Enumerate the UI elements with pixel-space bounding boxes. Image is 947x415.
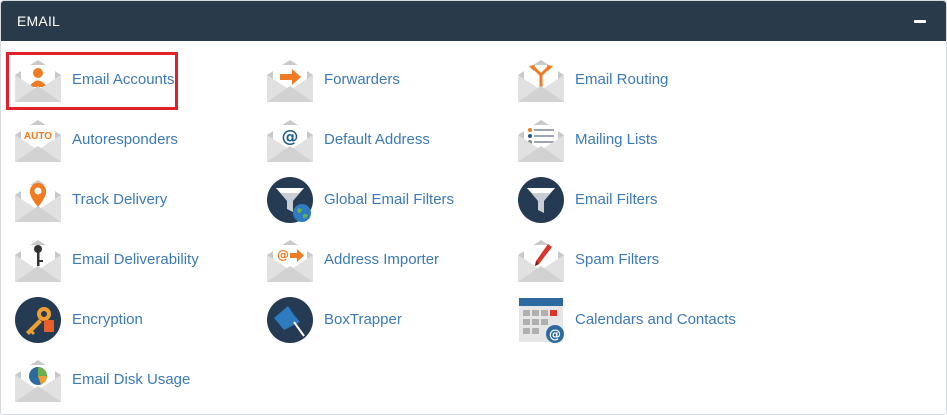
spam-filters-icon [517, 236, 565, 284]
forwarders-icon [266, 56, 314, 104]
boxtrapper-link[interactable]: BoxTrapper [252, 295, 492, 345]
email-deliverability-icon [14, 236, 62, 284]
email-filters-label: Email Filters [575, 191, 658, 208]
calendars-contacts-icon: @ [517, 296, 565, 344]
encryption-icon [14, 296, 62, 344]
address-importer-icon: @ [266, 236, 314, 284]
default-address-label: Default Address [324, 131, 430, 148]
mailing-lists-link[interactable]: Mailing Lists [503, 115, 743, 165]
forwarders-label: Forwarders [324, 71, 400, 88]
email-deliverability-link[interactable]: Email Deliverability [0, 235, 240, 285]
default-address-icon: @ [266, 116, 314, 164]
email-filters-link[interactable]: Email Filters [503, 175, 743, 225]
svg-text:@: @ [282, 127, 299, 147]
default-address-link[interactable]: @ Default Address [252, 115, 492, 165]
global-email-filters-link[interactable]: Global Email Filters [252, 175, 492, 225]
autoresponders-icon: AUTO [14, 116, 62, 164]
email-filters-icon [517, 176, 565, 224]
forwarders-link[interactable]: Forwarders [252, 55, 492, 105]
panel-header[interactable]: EMAIL [1, 1, 946, 41]
minus-icon[interactable] [914, 20, 926, 23]
svg-text:@: @ [549, 328, 561, 342]
track-delivery-label: Track Delivery [72, 191, 168, 208]
email-deliverability-label: Email Deliverability [72, 251, 199, 268]
encryption-link[interactable]: Encryption [0, 295, 240, 345]
autoresponders-label: Autoresponders [72, 131, 178, 148]
spam-filters-link[interactable]: Spam Filters [503, 235, 743, 285]
calendars-contacts-link[interactable]: @ Calendars and Contacts [503, 295, 743, 345]
address-importer-label: Address Importer [324, 251, 440, 268]
autoresponders-link[interactable]: AUTO Autoresponders [0, 115, 240, 165]
address-importer-link[interactable]: @ Address Importer [252, 235, 492, 285]
email-routing-label: Email Routing [575, 71, 669, 88]
spam-filters-label: Spam Filters [575, 251, 660, 268]
mailing-lists-label: Mailing Lists [575, 131, 658, 148]
email-disk-usage-label: Email Disk Usage [72, 371, 191, 388]
email-accounts-label: Email Accounts [72, 71, 175, 88]
email-disk-usage-link[interactable]: Email Disk Usage [0, 355, 240, 405]
mailing-lists-icon [517, 116, 565, 164]
track-delivery-link[interactable]: Track Delivery [0, 175, 240, 225]
boxtrapper-icon [266, 296, 314, 344]
global-email-filters-label: Global Email Filters [324, 191, 455, 208]
email-routing-link[interactable]: Email Routing [503, 55, 743, 105]
global-email-filters-icon [266, 176, 314, 224]
svg-text:@: @ [277, 248, 289, 262]
auto-icon-text: AUTO [24, 131, 52, 142]
email-accounts-link[interactable]: Email Accounts [0, 55, 240, 105]
boxtrapper-label: BoxTrapper [324, 311, 402, 328]
email-disk-usage-icon [14, 356, 62, 404]
encryption-label: Encryption [72, 311, 143, 328]
track-delivery-icon [14, 176, 62, 224]
calendars-contacts-label: Calendars and Contacts [575, 311, 736, 328]
email-accounts-icon [14, 56, 62, 104]
email-routing-icon [517, 56, 565, 104]
panel-title: EMAIL [17, 13, 61, 29]
